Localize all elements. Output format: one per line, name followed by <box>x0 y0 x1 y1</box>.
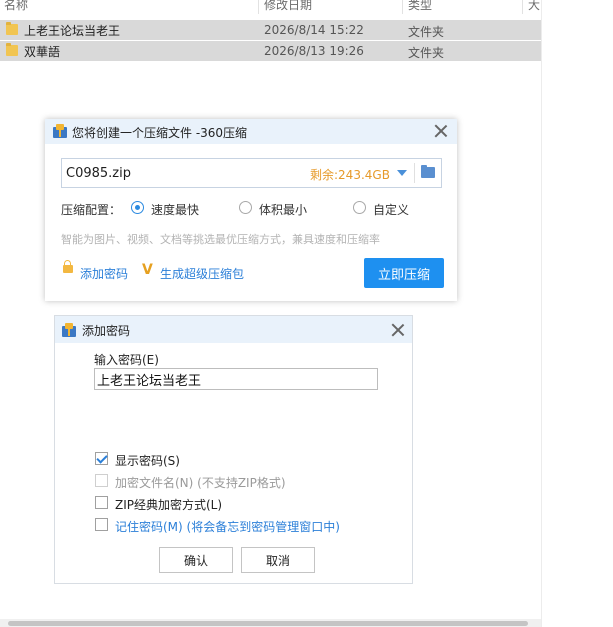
column-divider[interactable] <box>258 0 259 14</box>
zip-classic-encryption-label[interactable]: ZIP经典加密方式(L) <box>115 496 222 513</box>
archive-app-icon <box>62 323 76 337</box>
compress-config-label: 压缩配置： <box>61 203 122 217</box>
encrypt-filenames-label: 加密文件名(N) (不支持ZIP格式) <box>115 476 286 490</box>
lock-icon <box>63 260 73 273</box>
column-header: 名称 修改日期 类型 大 <box>0 0 541 14</box>
close-icon[interactable] <box>391 323 405 337</box>
file-type: 文件夹 <box>408 25 445 39</box>
radio-fastest-label[interactable]: 速度最快 <box>151 201 199 218</box>
archive-path-value[interactable]: C0985.zip <box>66 166 131 181</box>
compress-now-button[interactable]: 立即压缩 <box>364 258 444 288</box>
free-space-label: 剩余:243.4GB <box>310 168 390 182</box>
chevron-down-icon[interactable] <box>397 170 407 176</box>
close-icon[interactable] <box>434 124 448 138</box>
file-name: 上老王论坛当老王 <box>24 24 121 38</box>
folder-browse-icon[interactable] <box>421 165 435 178</box>
remember-password-label[interactable]: 记住密码(M) (将会备忘到密码管理窗口中) <box>115 518 340 535</box>
column-divider[interactable] <box>522 0 523 14</box>
cancel-button[interactable]: 取消 <box>241 547 315 573</box>
confirm-button[interactable]: 确认 <box>159 547 233 573</box>
remember-password-checkbox[interactable] <box>95 518 108 531</box>
column-type[interactable]: 类型 <box>408 0 432 13</box>
window-edge <box>541 0 542 627</box>
vip-icon: V <box>142 262 153 278</box>
compress-title: 您将创建一个压缩文件 -360压缩 <box>72 126 248 140</box>
column-date[interactable]: 修改日期 <box>264 0 312 13</box>
super-pack-link[interactable]: 生成超级压缩包 <box>160 265 244 282</box>
file-date: 2026/8/14 15:22 <box>264 23 364 37</box>
zip-classic-encryption-checkbox[interactable] <box>95 496 108 509</box>
scrollbar-thumb[interactable] <box>8 621 528 626</box>
file-row[interactable]: 上老王论坛当老王 2026/8/14 15:22 文件夹 <box>0 20 541 40</box>
compress-titlebar[interactable]: 您将创建一个压缩文件 -360压缩 <box>45 119 457 144</box>
show-password-label[interactable]: 显示密码(S) <box>115 452 180 469</box>
column-divider[interactable] <box>402 0 403 14</box>
radio-custom-label[interactable]: 自定义 <box>373 201 409 218</box>
archive-app-icon <box>53 124 67 138</box>
file-date: 2026/8/13 19:26 <box>264 44 364 58</box>
horizontal-scrollbar[interactable] <box>0 619 541 627</box>
divider <box>414 163 415 183</box>
radio-smallest-label[interactable]: 体积最小 <box>259 201 307 218</box>
column-size[interactable]: 大 <box>528 0 540 13</box>
radio-fastest[interactable] <box>131 201 144 214</box>
folder-icon <box>6 43 18 56</box>
password-dialog-title: 添加密码 <box>82 324 131 338</box>
archive-path-field[interactable]: C0985.zip 剩余:243.4GB <box>61 158 442 188</box>
password-field-label: 输入密码(E) <box>94 353 159 367</box>
compress-hint: 智能为图片、视频、文档等挑选最优压缩方式，兼具速度和压缩率 <box>61 233 380 246</box>
column-name[interactable]: 名称 <box>4 0 28 13</box>
encrypt-filenames-checkbox[interactable] <box>95 474 108 487</box>
compress-window: 您将创建一个压缩文件 -360压缩 C0985.zip 剩余:243.4GB 压… <box>45 119 457 301</box>
password-titlebar[interactable]: 添加密码 <box>55 316 412 343</box>
file-row[interactable]: 双華語 2026/8/13 19:26 文件夹 <box>0 41 541 61</box>
password-input[interactable] <box>94 368 378 390</box>
add-password-link[interactable]: 添加密码 <box>80 265 128 282</box>
radio-custom[interactable] <box>353 201 366 214</box>
radio-smallest[interactable] <box>239 201 252 214</box>
file-type: 文件夹 <box>408 46 445 60</box>
add-password-dialog: 添加密码 输入密码(E) 显示密码(S) 加密文件名(N) (不支持ZIP格式)… <box>54 315 413 584</box>
folder-icon <box>6 22 18 35</box>
file-name: 双華語 <box>24 45 61 59</box>
show-password-checkbox[interactable] <box>95 452 108 465</box>
